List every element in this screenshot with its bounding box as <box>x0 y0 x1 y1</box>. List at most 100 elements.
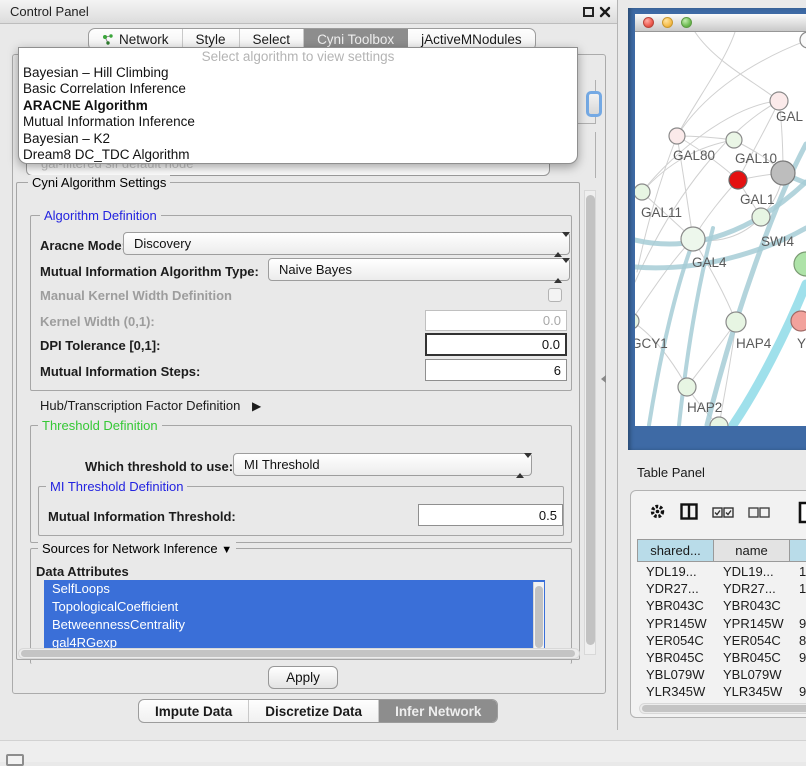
node-gal-pink[interactable] <box>770 92 788 110</box>
tab-infer-network[interactable]: Infer Network <box>379 700 497 722</box>
column-header-a[interactable]: A <box>790 539 806 562</box>
deselect-all-checkboxes-icon[interactable] <box>748 505 770 523</box>
node-gal1-red[interactable] <box>729 171 747 189</box>
network-window-titlebar[interactable] <box>635 14 806 32</box>
table-row[interactable]: YBR045CYBR045C9. <box>637 649 806 666</box>
algorithm-option[interactable]: Bayesian – Hill Climbing <box>19 65 577 81</box>
dock-panel-icon[interactable] <box>6 754 24 766</box>
node-salmon[interactable] <box>791 311 806 331</box>
table-row[interactable]: YPR145WYPR145W9. <box>637 615 806 632</box>
table-cell: YLR345W <box>714 683 790 699</box>
table-panel-toolbar <box>631 491 806 537</box>
attributes-list-scrollbar[interactable] <box>533 582 544 656</box>
node-top-right[interactable] <box>800 32 806 48</box>
network-edge[interactable] <box>637 136 677 272</box>
hub-definition-expander[interactable]: Hub/Transcription Factor Definition ▶ <box>40 398 261 413</box>
network-icon <box>102 33 114 46</box>
network-edge[interactable] <box>695 32 779 101</box>
table-row[interactable]: YDL19...YDL19...13 <box>637 563 806 580</box>
table-cell <box>790 597 806 614</box>
function-builder-icon[interactable] <box>798 500 806 529</box>
minimize-traffic-light-icon[interactable] <box>662 17 673 28</box>
table-cell: YDR27... <box>714 580 790 597</box>
node-hap4[interactable] <box>726 312 746 332</box>
which-threshold-value: MI Threshold <box>244 457 320 472</box>
algorithm-option[interactable]: Bayesian – K2 <box>19 131 577 147</box>
node-label-gcy1: GCY1 <box>635 336 668 351</box>
bottom-tab-bar: Impute DataDiscretize DataInfer Network <box>138 699 498 723</box>
table-row[interactable]: YBR043CYBR043C <box>637 597 806 614</box>
network-edge[interactable] <box>733 284 806 425</box>
node-gal80[interactable] <box>669 128 685 144</box>
table-horizontal-scrollbar[interactable] <box>639 703 806 714</box>
network-edge[interactable] <box>635 239 693 321</box>
table-cell: 8. <box>790 632 806 649</box>
node-swi4[interactable] <box>752 208 770 226</box>
settings-vertical-scrollbar[interactable] <box>584 190 596 655</box>
which-threshold-combo[interactable]: MI Threshold <box>233 453 532 476</box>
mi-type-combo[interactable]: Naive Bayes <box>268 258 570 281</box>
data-attribute-item[interactable]: SelfLoops <box>44 580 545 598</box>
node-gal10[interactable] <box>726 132 742 148</box>
node-attribute-table[interactable]: shared...nameAYDL19...YDL19...13YDR27...… <box>637 539 806 699</box>
mi-type-label: Mutual Information Algorithm Type: <box>40 264 259 279</box>
table-cell: YER054C <box>714 632 790 649</box>
network-edge[interactable] <box>642 101 779 192</box>
mi-steps-field[interactable]: 6 <box>425 359 567 381</box>
table-row[interactable]: YDR27...YDR27...12 <box>637 580 806 597</box>
node-bottom[interactable] <box>710 417 728 426</box>
sources-group-title[interactable]: Sources for Network Inference ▼ <box>38 541 236 556</box>
algorithm-option[interactable]: ARACNE Algorithm <box>19 98 577 114</box>
mi-threshold-field[interactable]: 0.5 <box>418 504 563 526</box>
stepper-arrows-icon <box>554 237 562 252</box>
table-cell: YDL19... <box>714 563 790 580</box>
aracne-mode-combo[interactable]: Discovery <box>123 232 570 255</box>
zoom-traffic-light-icon[interactable] <box>681 17 692 28</box>
algorithm-option[interactable]: Basic Correlation Inference <box>19 81 577 97</box>
manual-kernel-checkbox[interactable] <box>548 288 562 302</box>
node-label-gal1: GAL1 <box>740 192 775 207</box>
algorithm-combo-button[interactable] <box>586 91 602 117</box>
node-hap2[interactable] <box>678 378 696 396</box>
close-icon[interactable] <box>599 5 611 19</box>
column-header-name[interactable]: name <box>714 539 790 562</box>
node-gal4[interactable] <box>681 227 705 251</box>
algorithm-option[interactable]: Dream8 DC_TDC Algorithm <box>19 147 577 163</box>
table-cell: YBR043C <box>714 597 790 614</box>
table-row[interactable]: YER054CYER054C8. <box>637 632 806 649</box>
table-cell: 9. <box>790 649 806 666</box>
tab-impute-data[interactable]: Impute Data <box>139 700 249 722</box>
select-all-checkboxes-icon[interactable] <box>712 505 734 523</box>
column-header-shared[interactable]: shared... <box>637 539 714 562</box>
panel-splitter-handle[interactable] <box>601 375 606 383</box>
bottom-strip <box>0 741 806 762</box>
which-threshold-label: Which threshold to use: <box>85 459 233 474</box>
tab-discretize-data[interactable]: Discretize Data <box>249 700 379 722</box>
split-columns-icon[interactable] <box>680 503 698 525</box>
apply-button[interactable]: Apply <box>268 666 338 689</box>
mi-steps-label: Mutual Information Steps: <box>40 364 200 379</box>
table-cell: 12 <box>790 580 806 597</box>
algorithm-option[interactable]: Mutual Information Inference <box>19 114 577 130</box>
close-traffic-light-icon[interactable] <box>643 17 654 28</box>
mi-steps-value: 6 <box>554 363 561 378</box>
network-edge[interactable] <box>687 322 736 387</box>
node-gcy1[interactable] <box>635 313 639 329</box>
data-attributes-list[interactable]: SelfLoopsTopologicalCoefficientBetweenne… <box>44 580 545 658</box>
gear-icon[interactable] <box>649 503 666 525</box>
settings-horizontal-scrollbar[interactable] <box>18 648 580 659</box>
float-window-icon[interactable] <box>583 7 594 17</box>
network-canvas[interactable]: GALGAL80GAL10GAL1GAL11SWI4GAL4GCY1HAP4YH… <box>635 32 806 426</box>
table-cell: YPR145W <box>637 615 714 632</box>
node-green-right[interactable] <box>794 252 806 276</box>
expand-right-icon[interactable]: ▶ <box>252 399 261 413</box>
node-gal11[interactable] <box>635 184 650 200</box>
data-attribute-item[interactable]: TopologicalCoefficient <box>44 598 545 616</box>
table-row[interactable]: YBL079WYBL079W <box>637 666 806 683</box>
collapse-down-icon[interactable]: ▼ <box>221 544 232 556</box>
data-attribute-item[interactable]: BetweennessCentrality <box>44 616 545 634</box>
kernel-width-field[interactable]: 0.0 <box>425 310 567 331</box>
apply-button-label: Apply <box>286 670 320 685</box>
table-row[interactable]: YLR345WYLR345W9. <box>637 683 806 699</box>
dpi-tolerance-field[interactable]: 0.0 <box>425 333 567 356</box>
